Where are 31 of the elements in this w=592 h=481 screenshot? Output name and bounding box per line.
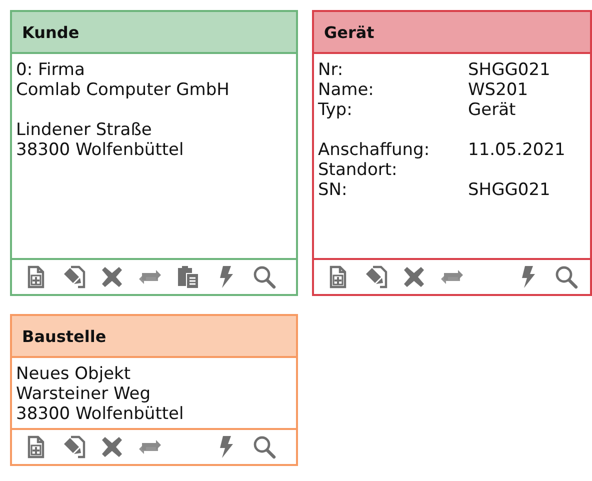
field-label: Typ: bbox=[318, 100, 354, 120]
field-value: SHGG021 bbox=[468, 180, 550, 200]
edit-document-icon[interactable] bbox=[62, 265, 86, 289]
field-label: SN: bbox=[318, 180, 348, 200]
field-label: Name: bbox=[318, 80, 375, 100]
search-icon[interactable] bbox=[554, 265, 578, 289]
text-line: 38300 Wolfenbüttel bbox=[16, 140, 185, 160]
paste-icon[interactable] bbox=[176, 265, 200, 289]
search-icon[interactable] bbox=[252, 265, 276, 289]
text-line: 0: Firma bbox=[16, 60, 86, 80]
delete-icon[interactable] bbox=[402, 265, 426, 289]
edit-document-icon[interactable] bbox=[62, 435, 86, 459]
text-line: Lindener Straße bbox=[16, 120, 153, 140]
card-title: Baustelle bbox=[12, 316, 296, 358]
field-label: Anschaffung: bbox=[318, 140, 431, 160]
field-value: 11.05.2021 bbox=[468, 140, 566, 160]
card-title: Gerät bbox=[314, 12, 590, 54]
text-line: Neues Objekt bbox=[16, 364, 132, 384]
field-value: WS201 bbox=[468, 80, 528, 100]
text-line: Warsteiner Weg bbox=[16, 384, 152, 404]
field-value: Gerät bbox=[468, 100, 516, 120]
delete-icon[interactable] bbox=[100, 435, 124, 459]
edit-document-icon[interactable] bbox=[364, 265, 388, 289]
field-label: Standort: bbox=[318, 160, 398, 180]
delete-icon[interactable] bbox=[100, 265, 124, 289]
field-label: Nr: bbox=[318, 60, 344, 80]
field-value: SHGG021 bbox=[468, 60, 550, 80]
text-line: 38300 Wolfenbüttel bbox=[16, 404, 185, 424]
card-title: Kunde bbox=[12, 12, 296, 54]
text-line: Comlab Computer GmbH bbox=[16, 80, 230, 100]
search-icon[interactable] bbox=[252, 435, 276, 459]
